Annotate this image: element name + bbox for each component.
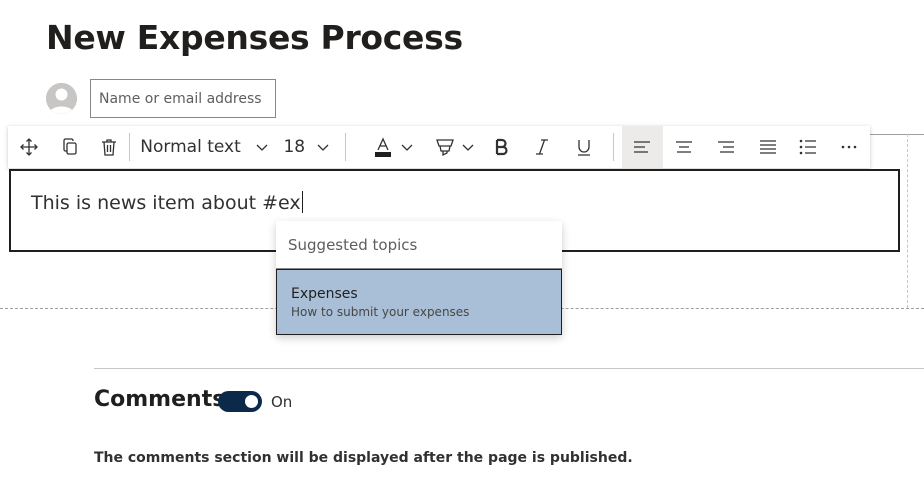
more-icon [841,145,857,149]
text-caret [301,191,303,213]
italic-icon [535,139,548,155]
editor-text-line: This is news item about #ex [31,191,303,214]
highlight-icon [436,139,455,157]
comments-toggle[interactable] [218,391,262,412]
justify-button[interactable] [747,126,789,168]
align-right-icon [717,141,734,153]
align-center-icon [676,141,693,153]
font-color-button[interactable] [346,126,394,168]
chevron-down-icon [256,144,268,151]
section-top-border [870,134,924,135]
chevron-down-icon [462,144,474,151]
font-color-icon [374,137,391,157]
suggested-topics-header: Suggested topics [276,221,562,269]
align-center-button[interactable] [663,126,705,168]
chevron-down-icon [317,144,329,151]
bullet-list-icon [800,139,817,155]
italic-button[interactable] [521,126,563,168]
font-size-value: 18 [283,137,306,157]
move-button[interactable] [8,126,50,168]
comments-title: Comments [94,387,226,412]
underline-button[interactable] [563,126,605,168]
toggle-knob [245,395,258,408]
move-icon [19,138,38,156]
underline-icon [577,140,590,156]
text-formatting-toolbar: Normal text 18 [8,126,870,168]
editor-text: This is news item about #ex [31,192,301,214]
suggested-topics-popup: Suggested topics Expenses How to submit … [276,221,562,335]
section-right-border [907,134,908,308]
person-icon [46,83,77,114]
align-left-button[interactable] [621,126,664,168]
author-name-input[interactable] [90,79,276,118]
chevron-down-icon [401,144,413,151]
comments-divider [94,368,924,369]
delete-button[interactable] [90,126,130,168]
author-avatar [46,83,77,114]
suggestion-subtitle: How to submit your expenses [291,305,470,319]
font-color-dropdown[interactable] [394,126,420,168]
text-style-value: Normal text [140,137,241,157]
toolbar-divider [612,133,614,161]
copy-icon [62,138,77,155]
font-size-dropdown[interactable]: 18 [279,126,345,168]
trash-icon [102,139,117,156]
justify-icon [759,140,776,154]
align-right-button[interactable] [705,126,747,168]
highlight-button[interactable] [420,126,456,168]
text-style-dropdown[interactable]: Normal text [130,126,279,168]
suggestion-title: Expenses [291,286,358,302]
comments-note: The comments section will be displayed a… [94,450,633,466]
bold-button[interactable] [481,126,521,168]
more-options-button[interactable] [828,126,870,168]
suggestion-item[interactable]: Expenses How to submit your expenses [276,269,562,335]
bullet-list-button[interactable] [789,126,829,168]
comments-toggle-label: On [271,393,293,411]
highlight-dropdown[interactable] [455,126,481,168]
page-title[interactable]: New Expenses Process [46,18,463,57]
align-left-icon [634,141,651,153]
bold-icon [496,138,508,156]
duplicate-button[interactable] [50,126,90,168]
